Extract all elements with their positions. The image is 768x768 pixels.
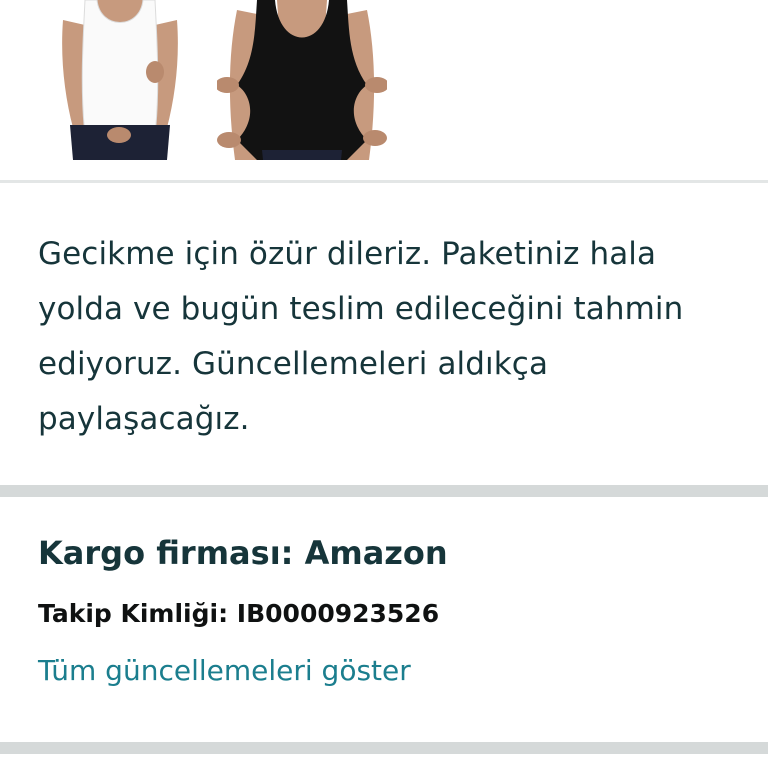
delivery-status-section: Gecikme için özür dileriz. Paketiniz hal… [0, 183, 768, 485]
section-divider [0, 485, 768, 497]
black-tank-top-product-image[interactable] [217, 0, 387, 160]
white-tank-top-illustration [62, 0, 178, 160]
white-tank-top-product-image[interactable] [55, 0, 185, 160]
product-image-strip [0, 0, 768, 180]
delivery-status-page: Gecikme için özür dileriz. Paketiniz hal… [0, 0, 768, 768]
tracking-id: Takip Kimliği: IB0000923526 [38, 599, 440, 628]
carrier-info-section: Kargo firması: Amazon Takip Kimliği: IB0… [0, 497, 768, 742]
carrier-title: Kargo firması: Amazon [38, 534, 448, 572]
delay-apology-message: Gecikme için özür dileriz. Paketiniz hal… [38, 236, 684, 437]
black-tank-top-illustration [217, 0, 387, 160]
show-all-updates-link[interactable]: Tüm güncellemeleri göster [38, 652, 411, 690]
section-divider [0, 742, 768, 754]
